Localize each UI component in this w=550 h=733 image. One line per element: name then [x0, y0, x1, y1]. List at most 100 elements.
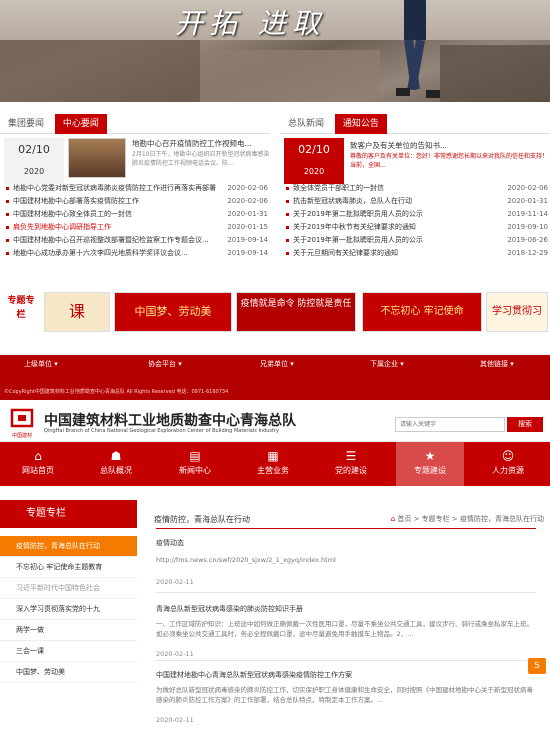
nav-label: 党的建设 [335, 466, 367, 475]
list-item[interactable]: 关于2019年第一批拟聘职员用人员的公示 2019-06-26 [286, 234, 548, 247]
footer-select[interactable]: 兄弟单位 ▾ [260, 359, 294, 369]
list-item[interactable]: 中国建材地勘中心部署落实疫情防控工作 2020-02-06 [6, 195, 268, 208]
footer-select[interactable]: 其他链接 ▾ [480, 359, 514, 369]
list-item[interactable]: 抗击新型冠状病毒肺炎，总队人在行动 2020-01-31 [286, 195, 548, 208]
list-item[interactable]: 地勘中心党委对新型冠状病毒肺炎疫情防控工作进行再落实再部署 2020-02-06 [6, 182, 268, 195]
list-item[interactable]: 关于2019年中秋节有关纪律要求的通知 2019-09-10 [286, 221, 548, 234]
left-feature-title[interactable]: 地勘中心召开疫情防控工作视频电... [132, 138, 272, 149]
nav-special[interactable]: ★ 专题建设 [396, 442, 464, 486]
tab-brigade-news[interactable]: 总队新闻 [280, 114, 332, 134]
left-news-list: 地勘中心党委对新型冠状病毒肺炎疫情防控工作进行再落实再部署 2020-02-06 … [6, 182, 268, 260]
article-date: 2020-02-11 [156, 716, 194, 724]
feature-year: 2020 [23, 167, 45, 176]
list-icon: ☰ [345, 449, 357, 463]
list-item[interactable]: 肩负先到地勘中心调研指导工作 2020-01-15 [6, 221, 268, 234]
footer-select[interactable]: 上级单位 ▾ [24, 359, 58, 369]
list-item[interactable]: 地勘中心成功承办第十六次李四光地质科学奖评议会议... 2019-09-14 [6, 247, 268, 260]
article-item[interactable]: 疫情动态 http://fms.news.cn/swf/2020_sjxw/2_… [156, 538, 536, 588]
page-title: 疫情防控，青海总队在行动 [154, 515, 250, 524]
article-item[interactable]: 青海总队新型冠状病毒感染的肺炎防控知识手册 一、工作区域防护知识：上班途中如何做… [156, 604, 536, 660]
nav-overview[interactable]: ☗ 总队概况 [82, 442, 150, 486]
right-news-list: 致全体党员干部职工的一封信 2020-02-06 抗击新型冠状病毒肺炎，总队人在行… [286, 182, 548, 260]
nav-label: 人力资源 [492, 466, 524, 475]
nav-news[interactable]: ▤ 新闻中心 [161, 442, 229, 486]
nav-business[interactable]: ▦ 主营业务 [239, 442, 307, 486]
list-item[interactable]: 致全体党员干部职工的一封信 2020-02-06 [286, 182, 548, 195]
tab-group-news[interactable]: 集团要闻 [0, 114, 52, 134]
sidebar-item[interactable]: 中国梦、劳动美 [0, 662, 137, 683]
sidebar-item[interactable]: 深入学习贯彻落实党的十九 [0, 599, 137, 620]
breadcrumb[interactable]: ⌂ 首页 > 专题专栏 > 疫情防控，青海总队在行动 [391, 514, 544, 524]
special-card[interactable]: 课 [44, 292, 110, 332]
right-news-tabs: 总队新闻 通知公告 [280, 114, 550, 134]
article-date: 2020-02-11 [156, 650, 194, 658]
star-icon: ★ [424, 449, 436, 463]
banner-slogan: 开拓 进取 [175, 7, 326, 40]
building-icon: ☗ [110, 449, 122, 463]
logo[interactable]: 中国建材 [6, 408, 38, 439]
sidebar-item[interactable]: 不忘初心 牢记使命主题教育 [0, 557, 137, 578]
hero-banner: 开拓 进取 [0, 0, 550, 102]
nav-label: 总队概况 [100, 466, 132, 475]
logo-mark-icon [10, 408, 34, 428]
search-input[interactable] [395, 417, 505, 432]
right-feature-summary: 尊敬的客户及有关单位：您好！非常感谢您长期以来对我队的信任和支持！当前，全国..… [350, 153, 548, 169]
org-name-en: QingHai Branch of China National Geologi… [44, 428, 280, 434]
right-feature-title[interactable]: 致客户及有关单位的告知书... [350, 140, 545, 151]
footer-select[interactable]: 下属企业 ▾ [370, 359, 404, 369]
feature-date: 02/10 [298, 143, 330, 156]
article-title[interactable]: 青海总队新型冠状病毒感染的肺炎防控知识手册 [156, 604, 536, 615]
article-item[interactable]: 中国建材地勘中心青海总队新型冠状病毒感染疫情防控工作方案 为做好总队新型冠状病毒… [156, 670, 536, 726]
footer-select[interactable]: 协会平台 ▾ [148, 359, 182, 369]
article-title[interactable]: 中国建材地勘中心青海总队新型冠状病毒感染疫情防控工作方案 [156, 670, 536, 681]
article-summary[interactable]: http://fms.news.cn/swf/2020_sjxw/2_1_xgy… [156, 555, 536, 565]
person-icon: ☺ [501, 449, 515, 463]
center-news-block: 集团要闻 中心要闻 02/10 2020 地勘中心召开疫情防控工作视频电... … [0, 114, 270, 284]
article-title[interactable]: 疫情动态 [156, 538, 536, 549]
hiker-figure [396, 0, 440, 98]
chat-widget-icon[interactable]: S [528, 658, 546, 674]
main-nav: ⌂ 网站首页 ☗ 总队概况 ▤ 新闻中心 ▦ 主营业务 ☰ 党的建设 ★ 专题建设 ☺ 人力资… [0, 442, 550, 486]
special-card-text: 学习贯彻习 [487, 293, 547, 331]
sidebar-item[interactable]: 疫情防控，青海总队在行动 [0, 536, 137, 557]
article-list-panel: 疫情防控，青海总队在行动 ⌂ 首页 > 专题专栏 > 疫情防控，青海总队在行动 … [148, 500, 550, 733]
feature-year: 2020 [303, 167, 325, 176]
nav-label: 专题建设 [414, 466, 446, 475]
sidebar-item[interactable]: 习近平新时代中国特色社会 [0, 578, 137, 599]
grid-icon: ▦ [267, 449, 279, 463]
special-card-text: 不忘初心 牢记使命 [363, 293, 481, 331]
home-icon: ⌂ [34, 449, 42, 463]
nav-home[interactable]: ⌂ 网站首页 [4, 442, 72, 486]
links-footer: 上级单位 ▾ 协会平台 ▾ 兄弟单位 ▾ 下属企业 ▾ 其他链接 ▾ ©Copy… [0, 355, 550, 400]
list-item[interactable]: 中国建材地勘中心致全体员工的一封信 2020-01-31 [6, 208, 268, 221]
feature-date-box: 02/10 2020 [4, 138, 64, 184]
nav-party[interactable]: ☰ 党的建设 [317, 442, 385, 486]
list-item[interactable]: 中国建材地勘中心召开巡视整改部署暨纪检监察工作专题会议... 2019-09-14 [6, 234, 268, 247]
search-button[interactable]: 搜索 [507, 417, 543, 432]
article-date: 2020-02-11 [156, 578, 194, 586]
left-feature[interactable]: 02/10 2020 [4, 138, 64, 184]
nav-label: 主营业务 [257, 466, 289, 475]
article-summary: 为做好总队新型冠状病毒感染的肺炎防控工作，切实保护职工身体健康和生命安全，同时按… [156, 686, 533, 704]
special-card[interactable]: 学习贯彻习 [486, 292, 548, 332]
list-item[interactable]: 关于元旦期间有关纪律要求的通知 2018-12-29 [286, 247, 548, 260]
copyright: ©CopyRight中国建筑材料工业地质勘查中心青海总队 All Rights … [4, 389, 229, 395]
feature-thumbnail[interactable] [68, 138, 126, 178]
special-column-label: 专题专栏 [7, 296, 35, 320]
sidebar-item[interactable]: 三会一课 [0, 641, 137, 662]
tab-notices[interactable]: 通知公告 [334, 114, 387, 134]
special-card[interactable]: 中国梦、劳动美 [114, 292, 232, 332]
org-name-cn: 中国建筑材料工业地质勘查中心青海总队 [44, 413, 296, 429]
special-card[interactable]: 不忘初心 牢记使命 [362, 292, 482, 332]
tab-center-news[interactable]: 中心要闻 [54, 114, 107, 134]
left-news-tabs: 集团要闻 中心要闻 [0, 114, 270, 134]
sidebar-item[interactable]: 两学一做 [0, 620, 137, 641]
special-card[interactable]: 疫情就是命令 防控就是责任 [236, 292, 356, 332]
brigade-news-block: 总队新闻 通知公告 02/10 2020 致客户及有关单位的告知书... 尊敬的… [280, 114, 550, 284]
list-item[interactable]: 关于2019年第二批拟聘职员用人员的公示 2019-11-14 [286, 208, 548, 221]
right-feature[interactable]: 02/10 2020 [284, 138, 344, 184]
nav-hr[interactable]: ☺ 人力资源 [474, 442, 542, 486]
special-card-text: 中国梦、劳动美 [115, 293, 231, 331]
nav-label: 网站首页 [22, 466, 54, 475]
sidebar-title: 专题专栏 [0, 500, 137, 528]
